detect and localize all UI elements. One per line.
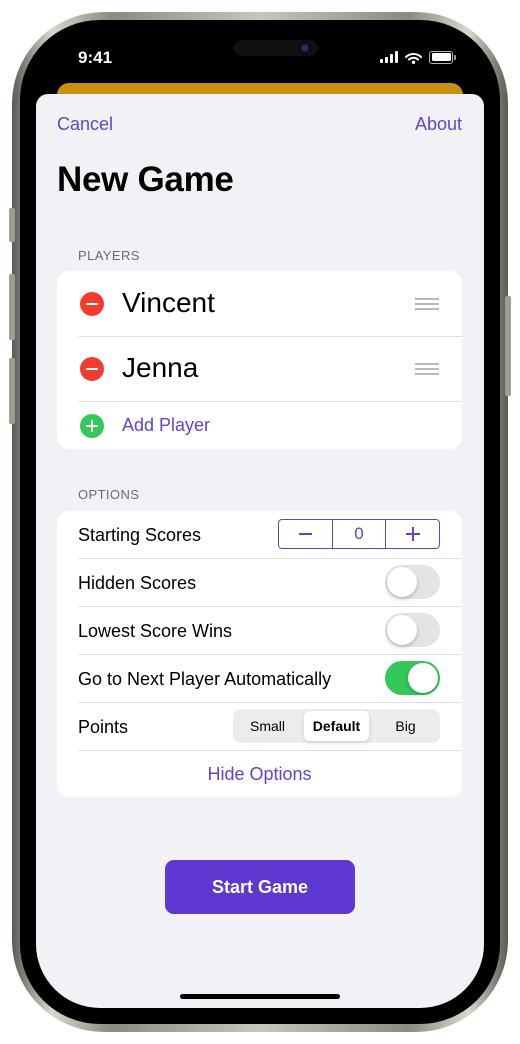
player-name[interactable]: Vincent bbox=[122, 287, 215, 319]
hidden-scores-toggle[interactable] bbox=[385, 565, 440, 599]
next-player-toggle[interactable] bbox=[385, 661, 440, 695]
status-icons bbox=[380, 50, 456, 64]
lowest-score-wins-toggle[interactable] bbox=[385, 613, 440, 647]
about-button[interactable]: About bbox=[415, 114, 462, 135]
status-time: 9:41 bbox=[78, 48, 113, 67]
hidden-scores-row: Hidden Scores bbox=[57, 558, 462, 606]
segment-small[interactable]: Small bbox=[235, 711, 300, 741]
starting-scores-value: 0 bbox=[331, 520, 386, 548]
player-row: Vincent bbox=[57, 271, 462, 336]
lowest-score-wins-row: Lowest Score Wins bbox=[57, 606, 462, 654]
starting-scores-row: Starting Scores 0 bbox=[57, 511, 462, 558]
minus-circle-icon[interactable] bbox=[80, 357, 104, 381]
starting-scores-label: Starting Scores bbox=[78, 525, 202, 545]
page-title: New Game bbox=[57, 160, 234, 199]
hide-options-button[interactable]: Hide Options bbox=[57, 764, 462, 785]
points-segmented-control: Small Default Big bbox=[233, 709, 440, 743]
segment-big[interactable]: Big bbox=[373, 711, 438, 741]
home-indicator[interactable] bbox=[180, 994, 340, 999]
plus-circle-icon[interactable] bbox=[80, 414, 104, 438]
minus-circle-icon[interactable] bbox=[80, 292, 104, 316]
lowest-score-wins-label: Lowest Score Wins bbox=[78, 621, 233, 641]
options-list: Starting Scores 0 Hidden Scores Lowest S… bbox=[57, 511, 462, 797]
players-section-header: PLAYERS bbox=[78, 248, 140, 263]
wifi-icon bbox=[405, 52, 422, 64]
next-player-row: Go to Next Player Automatically bbox=[57, 654, 462, 702]
volume-up-button bbox=[9, 274, 15, 340]
camera-icon bbox=[297, 40, 313, 56]
action-button bbox=[9, 208, 15, 242]
add-player-button[interactable]: Add Player bbox=[122, 415, 210, 436]
new-game-sheet: Cancel About New Game PLAYERS Vincent Je… bbox=[36, 94, 484, 1008]
power-button bbox=[505, 296, 511, 396]
cancel-button[interactable]: Cancel bbox=[57, 114, 113, 135]
increment-button[interactable] bbox=[385, 520, 439, 548]
cellular-signal-icon bbox=[380, 51, 398, 63]
add-player-row[interactable]: Add Player bbox=[57, 401, 462, 449]
players-list: Vincent Jenna Add Player bbox=[57, 271, 462, 449]
start-game-button[interactable]: Start Game bbox=[165, 860, 355, 914]
drag-handle-icon[interactable] bbox=[415, 363, 439, 375]
starting-scores-stepper: 0 bbox=[278, 519, 440, 549]
drag-handle-icon[interactable] bbox=[415, 298, 439, 310]
player-name[interactable]: Jenna bbox=[122, 352, 198, 384]
points-row: Points Small Default Big bbox=[57, 702, 462, 750]
hidden-scores-label: Hidden Scores bbox=[78, 573, 197, 593]
segment-default[interactable]: Default bbox=[304, 711, 369, 741]
next-player-label: Go to Next Player Automatically bbox=[78, 669, 332, 689]
battery-icon bbox=[429, 50, 456, 64]
hide-options-row: Hide Options bbox=[57, 750, 462, 797]
options-section-header: OPTIONS bbox=[78, 487, 140, 502]
decrement-button[interactable] bbox=[279, 520, 332, 548]
points-label: Points bbox=[78, 717, 129, 737]
player-row: Jenna bbox=[57, 336, 462, 401]
volume-down-button bbox=[9, 358, 15, 424]
